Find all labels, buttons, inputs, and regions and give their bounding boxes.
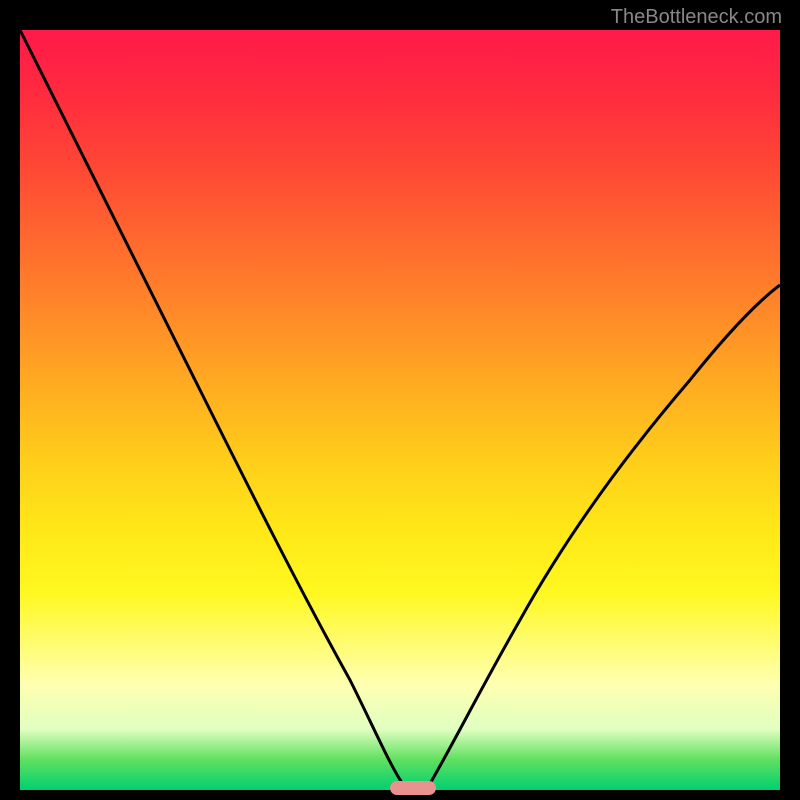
bottleneck-curve bbox=[20, 30, 780, 790]
plot-area bbox=[20, 30, 780, 790]
watermark-text: TheBottleneck.com bbox=[611, 6, 782, 29]
optimal-marker bbox=[390, 781, 436, 795]
